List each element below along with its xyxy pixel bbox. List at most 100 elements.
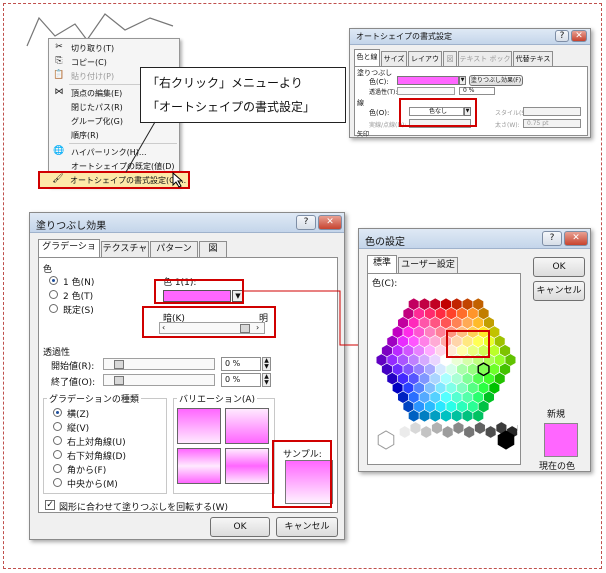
slider-thumb[interactable] [114,360,124,369]
shading-diag-up-radio[interactable] [53,436,62,445]
shading-corner-radio[interactable] [53,464,62,473]
gray-hex[interactable] [474,421,486,435]
tab-textbox[interactable]: テキスト ボックス [458,51,512,78]
ok-button[interactable]: OK [533,257,585,277]
edit-points-icon: ⋈ [54,87,64,97]
variant-2[interactable] [225,408,269,444]
line-color-label: 色(O): [369,109,390,117]
new-color-swatch [544,423,578,457]
variant-3[interactable] [177,448,221,484]
dialog-title: オートシェイプの書式設定 [356,32,452,41]
fill-color-label: 色(C): [369,78,389,86]
color-section-label: 色 [43,265,53,275]
cancel-button[interactable]: キャンセル [533,281,585,301]
tab-layout[interactable]: レイアウト [408,51,442,78]
highlight-sample [272,440,332,508]
start-transparency-field[interactable]: 0 % [221,357,261,371]
two-color-radio[interactable] [49,290,58,299]
cancel-button[interactable]: キャンセル [276,517,338,537]
colors-tabs: 標準 ユーザー設定 [367,255,527,273]
tab-gradient[interactable]: グラデーション [38,239,100,267]
tab-colors-lines[interactable]: 色と線 [354,49,380,67]
gray-hex[interactable] [463,425,475,439]
tab-alt-text[interactable]: 代替テキスト [513,51,553,78]
shading-vertical-label: 縦(V) [67,424,90,434]
spinner-icon[interactable]: ▲ ▼ [262,373,271,387]
callout-line-2: 「オートシェイプの書式設定」 [147,100,316,114]
help-button[interactable]: ? [555,30,569,42]
weight-field[interactable]: 0.75 pt [523,119,581,128]
gray-hex[interactable] [442,425,454,439]
help-button[interactable]: ? [296,215,316,230]
end-transparency-slider[interactable] [103,374,215,386]
format-brush-icon: 🖌 [52,174,64,184]
tab-picture[interactable]: 図 [199,241,227,257]
gray-hex[interactable] [452,421,465,435]
gray-hex[interactable] [484,425,497,439]
menu-item-format-autoshape[interactable]: 🖌 オートシェイプの書式設定(O)... [48,173,188,187]
rotate-with-shape-checkbox[interactable]: ✓ [45,500,55,510]
transparency-field[interactable]: 0 % [459,87,495,95]
copy-icon: ⎘ [55,56,63,66]
tab-texture[interactable]: テクスチャ [101,241,149,257]
tab-standard[interactable]: 標準 [367,255,397,273]
mouse-cursor-icon [172,172,184,188]
highlight-color1 [154,279,244,304]
fill-effects-button[interactable]: 塗りつぶし効果(F) [469,75,523,86]
color-hex[interactable] [504,353,517,367]
callout-line-1: 「右クリック」メニューより [147,76,303,90]
current-color-label: 現在の色 [539,462,576,472]
shading-section-label: グラデーションの種類 [47,392,141,405]
tab-size[interactable]: サイズ [381,51,407,67]
spinner-icon[interactable]: ▲ ▼ [262,357,271,371]
shading-diag-down-radio[interactable] [53,450,62,459]
close-button[interactable]: ✕ [318,215,342,230]
one-color-label: 1 色(N) [63,278,95,288]
instruction-callout: 「右クリック」メニューより 「オートシェイプの書式設定」 [140,67,346,123]
ok-button[interactable]: OK [210,517,270,537]
shading-horizontal-label: 横(Z) [67,410,90,420]
start-transparency-slider[interactable] [103,358,215,370]
transparency-slider[interactable] [397,87,455,95]
shading-horizontal-radio[interactable] [53,408,62,417]
gray-hex[interactable] [388,421,400,435]
shading-diag-up-label: 右上対角線(U) [67,438,126,448]
tab-pattern[interactable]: パターン [150,241,198,257]
weight-label: 太さ(W): [495,122,520,129]
new-color-label: 新規 [547,410,566,420]
line-style-field[interactable] [523,107,581,116]
gray-hex[interactable] [399,425,411,439]
gray-hex[interactable] [409,421,422,435]
help-button[interactable]: ? [542,231,562,246]
close-button[interactable]: ✕ [571,30,587,42]
shading-center-radio[interactable] [53,478,62,487]
dialog-title: 色の設定 [365,237,405,248]
end-transparency-field[interactable]: 0 % [221,373,261,387]
close-button[interactable]: ✕ [564,231,588,246]
highlight-selected-hex [446,330,490,358]
tab-picture[interactable]: 図 [443,51,457,67]
variant-4[interactable] [225,448,269,484]
preset-radio[interactable] [49,304,58,313]
white-hex[interactable] [377,430,395,450]
two-color-label: 2 色(T) [63,292,94,302]
tab-custom[interactable]: ユーザー設定 [398,257,458,273]
shading-corner-label: 角から(F) [67,466,107,476]
color-hexagon-wheel[interactable] [372,288,518,464]
gray-hex[interactable] [431,421,443,435]
shading-center-label: 中央から(M) [67,480,118,490]
chevron-down-icon[interactable]: ▼ [459,76,466,85]
menu-item-cut[interactable]: ✂ 切り取り(T) [49,41,179,55]
fill-color-swatch[interactable] [397,76,459,85]
globe-icon: 🌐 [53,146,65,156]
callout-pointer [125,121,156,173]
gray-hex[interactable] [420,425,432,439]
variant-1[interactable] [177,408,221,444]
paste-icon: 📋 [53,70,65,80]
line-section-label: 線 [357,99,364,107]
standard-panel: 色(C): [367,273,521,465]
slider-thumb[interactable] [114,376,124,385]
one-color-radio[interactable] [49,276,58,285]
shading-vertical-radio[interactable] [53,422,62,431]
black-hex[interactable] [497,430,515,450]
